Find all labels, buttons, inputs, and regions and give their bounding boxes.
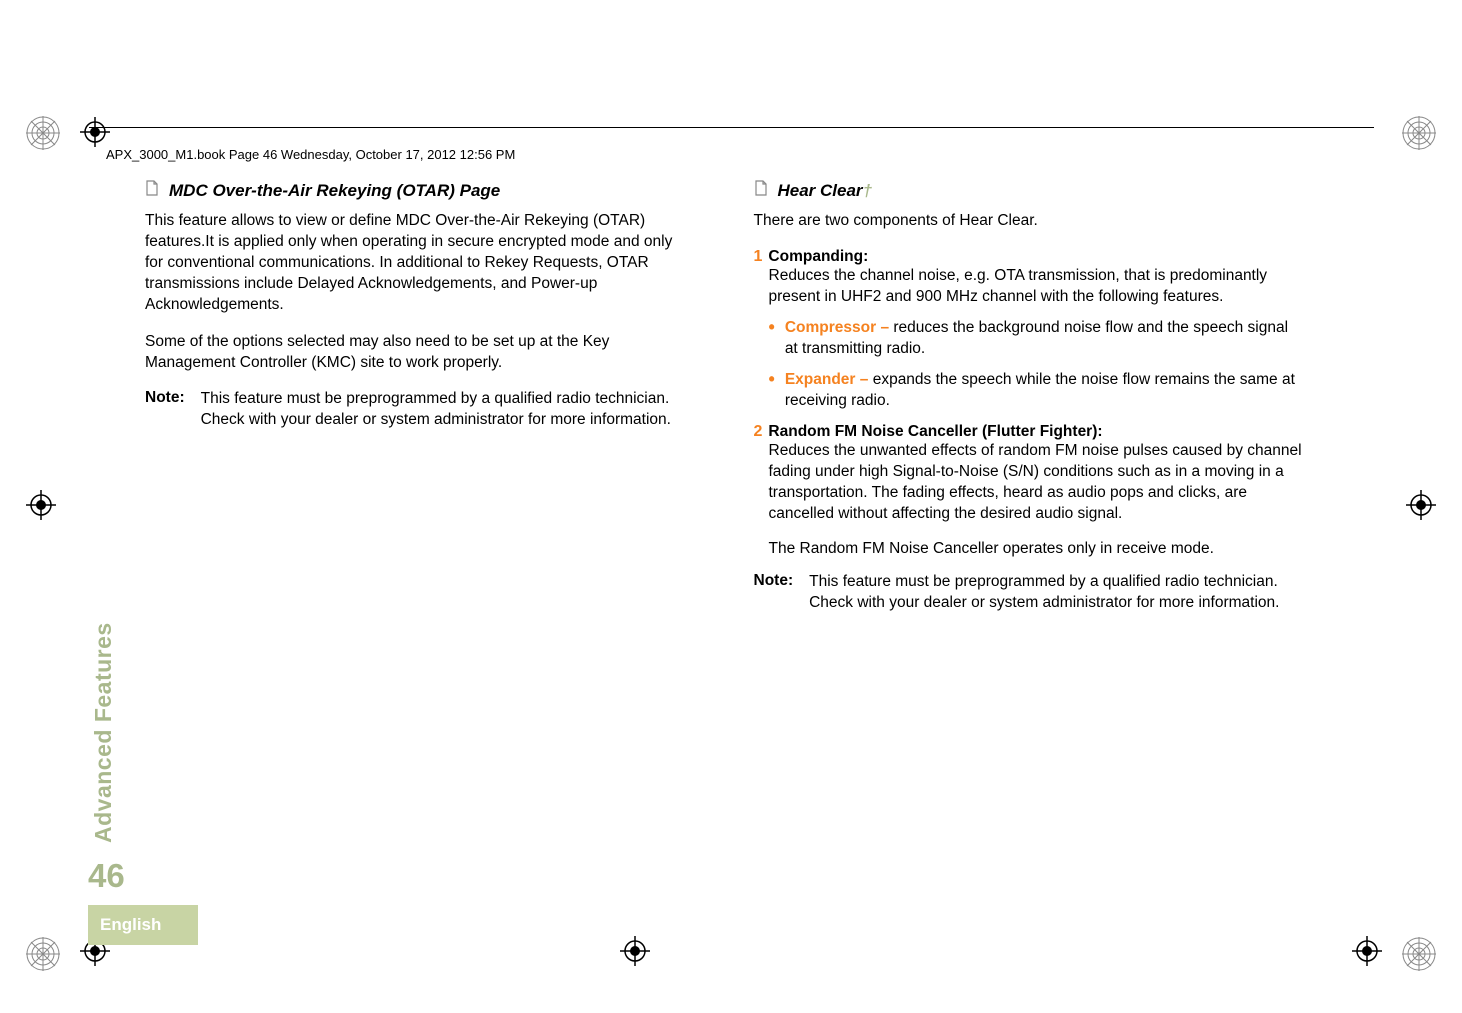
dagger-icon: † — [863, 181, 872, 200]
left-note-text: This feature must be preprogrammed by a … — [201, 389, 694, 431]
language-label: English — [88, 905, 198, 945]
document-icon — [145, 180, 159, 196]
left-section-title: MDC Over-the-Air Rekeying (OTAR) Page — [169, 181, 500, 201]
bullet2-label: Expander — [785, 371, 856, 388]
header-rule — [89, 127, 1374, 128]
item2-title: Random FM Noise Canceller (Flutter Fight… — [768, 423, 1102, 441]
crop-star-tl — [26, 116, 60, 150]
header-text: APX_3000_M1.book Page 46 Wednesday, Octo… — [106, 147, 515, 162]
sidebar-label: Advanced Features — [90, 622, 117, 843]
item2-number: 2 — [754, 423, 763, 441]
crop-target-mr — [1406, 490, 1436, 525]
left-para-1: This feature allows to view or define MD… — [145, 211, 694, 316]
right-column: Hear Clear† There are two components of … — [754, 180, 1303, 883]
crop-target-bm — [620, 936, 650, 971]
right-section-title: Hear Clear† — [778, 181, 873, 201]
left-note-label: Note: — [145, 389, 185, 431]
bullet1-label: Compressor — [785, 319, 876, 336]
right-intro: There are two components of Hear Clear. — [754, 211, 1303, 232]
crop-star-bl — [26, 937, 60, 971]
right-note-label: Note: — [754, 572, 794, 614]
left-para-2: Some of the options selected may also ne… — [145, 332, 694, 374]
crop-star-br — [1402, 937, 1436, 971]
crop-target-br2 — [1352, 936, 1382, 971]
bullet-item: • Compressor – reduces the background no… — [769, 318, 1303, 360]
hear-clear-label: Hear Clear — [778, 181, 863, 200]
crop-star-tr — [1402, 116, 1436, 150]
item1-body: Reduces the channel noise, e.g. OTA tran… — [769, 266, 1303, 308]
left-column: MDC Over-the-Air Rekeying (OTAR) Page Th… — [145, 180, 694, 883]
document-icon — [754, 180, 768, 196]
item1-title: Companding: — [768, 248, 868, 266]
page-number: 46 — [88, 857, 125, 895]
item2-body: Reduces the unwanted effects of random F… — [769, 441, 1303, 525]
bullet-dot-icon: • — [769, 318, 775, 360]
crop-target-ml — [26, 490, 56, 525]
right-note-text: This feature must be preprogrammed by a … — [809, 572, 1302, 614]
item1-number: 1 — [754, 248, 763, 266]
bullet-item: • Expander – expands the speech while th… — [769, 370, 1303, 412]
item2-body2: The Random FM Noise Canceller operates o… — [769, 539, 1303, 560]
bullet-dot-icon: • — [769, 370, 775, 412]
bullet1-dash: – — [880, 319, 889, 336]
